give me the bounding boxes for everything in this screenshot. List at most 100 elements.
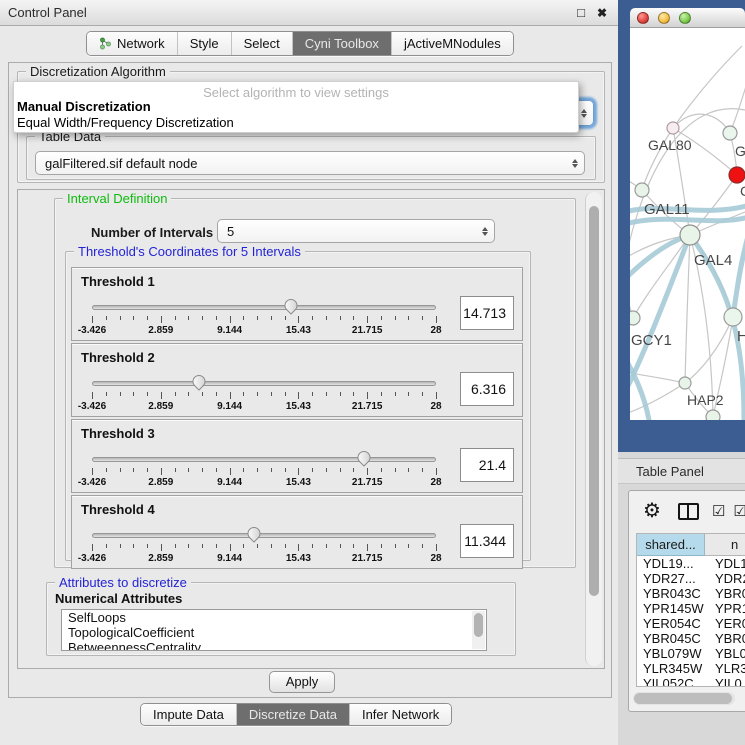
network-node[interactable] [667,122,679,134]
column-header-name[interactable]: n [705,534,745,556]
threshold-2-panel: Threshold 2 -3.4262.8599.14415.4321.7152… [71,343,523,417]
network-node[interactable] [680,225,700,245]
threshold-3-slider[interactable]: -3.4262.8599.14415.4321.71528 [92,456,436,490]
table-row[interactable]: YER054CYER0 [637,616,745,631]
tab-impute-data[interactable]: Impute Data [141,704,236,725]
tab-network[interactable]: Network [87,32,177,55]
tab-label: Style [190,36,219,51]
number-of-intervals-combobox[interactable]: 5 [217,219,495,243]
threshold-1-slider[interactable]: -3.4262.8599.14415.4321.71528 [92,304,436,338]
gear-icon[interactable]: ⚙ [643,501,661,521]
network-edge[interactable] [673,46,742,128]
threshold-1-value-field[interactable]: 14.713 [460,296,514,330]
combobox-stepper-icon [476,227,494,236]
network-node[interactable] [729,167,745,183]
network-node-label: HAP2 [687,392,724,408]
float-window-icon[interactable]: □ [574,6,588,20]
network-view-window: GAL80GACGAL11GAL4GCY1HHAP2 [618,0,745,452]
tab-select[interactable]: Select [231,32,292,55]
network-node-label: GAL80 [648,137,692,153]
threshold-label: Threshold 3 [81,426,155,441]
column-header-shared-name[interactable]: shared... [637,534,705,556]
threshold-label: Threshold 2 [81,350,155,365]
network-node-label: GCY1 [631,332,672,349]
dropdown-option-equal-width-frequency[interactable]: Equal Width/Frequency Discretization [14,115,578,131]
network-canvas[interactable]: GAL80GACGAL11GAL4GCY1HHAP2 [630,28,745,420]
network-edge[interactable] [730,66,745,133]
network-node[interactable] [635,183,649,197]
network-node-label: GAL11 [644,201,690,218]
settings-vertical-scrollbar[interactable] [585,192,602,666]
right-side-panel: GAL80GACGAL11GAL4GCY1HHAP2 Table Panel ⚙… [618,0,745,745]
window-zoom-button[interactable] [679,12,691,24]
network-node[interactable] [724,308,742,326]
table-row[interactable]: YIL052CYIL0 [637,676,745,687]
network-node-label: H [737,328,745,345]
network-icon [99,37,112,50]
network-node-label: GA [735,143,745,159]
table-row[interactable]: YPR145WYPR1 [637,601,745,616]
table-data-combobox[interactable]: galFiltered.sif default node [35,151,585,175]
apply-button[interactable]: Apply [269,671,335,693]
table-row[interactable]: YBR043CYBR0 [637,586,745,601]
threshold-2-value-field[interactable]: 6.316 [460,372,514,406]
tab-label: Discretize Data [249,707,337,722]
bottom-tab-bar: Impute Data Discretize Data Infer Networ… [140,703,452,726]
table-row[interactable]: YBL079WYBL0 [637,646,745,661]
tab-jactivemnodules[interactable]: jActiveMNodules [391,32,513,55]
threshold-3-value-field[interactable]: 21.4 [460,448,514,482]
slider-thumb[interactable] [189,372,207,390]
attribute-list-item[interactable]: TopologicalCoefficient [62,625,486,640]
network-edge[interactable] [690,175,737,235]
slider-thumb[interactable] [355,448,373,466]
network-node[interactable] [706,410,720,420]
network-node[interactable] [679,377,691,389]
close-icon[interactable]: ✖ [595,6,609,20]
table-row[interactable]: YDR27...YDR2 [637,571,745,586]
table-row[interactable]: YDL19...YDL1 [637,556,745,571]
threshold-4-value-field[interactable]: 11.344 [460,524,514,558]
network-node[interactable] [723,126,737,140]
threshold-2-slider[interactable]: -3.4262.8599.14415.4321.71528 [92,380,436,414]
scrollbar-thumb[interactable] [589,206,599,596]
tab-label: Cyni Toolbox [305,36,379,51]
tab-label: jActiveMNodules [404,36,501,51]
columns-icon[interactable] [678,503,699,520]
tab-discretize-data[interactable]: Discretize Data [236,704,349,725]
network-edge[interactable] [685,235,690,383]
threshold-4-panel: Threshold 4 -3.4262.8599.14415.4321.7152… [71,495,523,569]
table-toolbar: ⚙ ☑ ☑ [629,491,745,531]
network-edge-thick[interactable] [630,235,690,390]
top-tab-bar: Network Style Select Cyni Toolbox jActiv… [86,31,514,56]
tab-cyni-toolbox[interactable]: Cyni Toolbox [292,32,391,55]
slider-thumb[interactable] [281,296,299,314]
threshold-4-slider[interactable]: -3.4262.8599.14415.4321.71528 [92,532,436,566]
tab-label: Select [244,36,280,51]
table-horizontal-scrollbar[interactable] [633,692,735,705]
tab-infer-network[interactable]: Infer Network [349,704,451,725]
group-title: Interval Definition [63,191,171,206]
attribute-list-item[interactable]: SelfLoops [62,610,486,625]
network-edge-thick[interactable] [733,236,745,317]
table-panel-header: Table Panel [618,458,745,484]
checkbox-icon[interactable]: ☑ [733,504,745,519]
cyni-toolbox-panel: Discretization Algorithm Table Data galF… [8,62,612,698]
tab-label: Impute Data [153,707,224,722]
list-scrollbar[interactable] [472,611,485,649]
dropdown-option-manual-discretization[interactable]: Manual Discretization [14,99,578,115]
checkbox-icon[interactable]: ☑ [712,504,725,519]
group-title: Attributes to discretize [55,575,191,590]
tab-style[interactable]: Style [177,32,231,55]
window-minimize-button[interactable] [658,12,670,24]
threshold-label: Threshold 1 [81,274,155,289]
window-close-button[interactable] [637,12,649,24]
group-title: Threshold's Coordinates for 5 Intervals [74,244,305,259]
numerical-attributes-list[interactable]: SelfLoopsTopologicalCoefficientBetweenne… [61,609,487,651]
attribute-list-item[interactable]: BetweennessCentrality [62,640,486,651]
slider-thumb[interactable] [244,524,262,542]
threshold-1-panel: Threshold 1 -3.4262.8599.14415.4321.7152… [71,267,523,341]
panel-title: Control Panel [8,5,87,20]
network-node[interactable] [630,311,640,325]
table-row[interactable]: YLR345WYLR3 [637,661,745,676]
table-row[interactable]: YBR045CYBR0 [637,631,745,646]
